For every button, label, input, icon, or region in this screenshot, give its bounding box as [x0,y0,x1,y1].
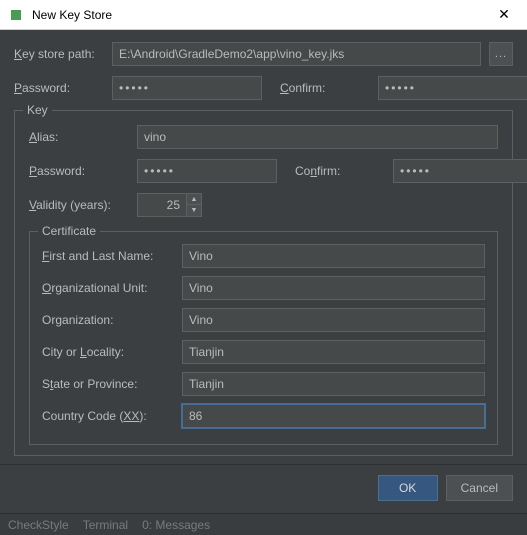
ok-button[interactable]: OK [378,475,438,501]
org-input[interactable] [182,308,485,332]
certificate-legend: Certificate [38,224,100,238]
first-last-label: First and Last Name: [42,249,174,263]
key-password-input[interactable] [137,159,277,183]
keystore-confirm-input[interactable] [378,76,527,100]
ide-statusbar: CheckStyle Terminal 0: Messages [0,513,527,535]
statusbar-messages[interactable]: 0: Messages [142,518,210,532]
city-row: City or Locality: [42,340,485,364]
org-row: Organization: [42,308,485,332]
keystore-path-row: Key store path: ... [14,42,513,66]
keystore-path-input[interactable] [112,42,481,66]
country-row: Country Code (XX): [42,404,485,428]
validity-input[interactable] [137,193,187,217]
first-last-input[interactable] [182,244,485,268]
key-fieldset: Key Alias: Password: Confirm: Validity (… [14,110,513,456]
browse-button[interactable]: ... [489,42,513,66]
validity-row: Validity (years): ▲ ▼ [29,193,498,217]
keystore-path-label: Key store path: [14,47,104,61]
window-titlebar: New Key Store ✕ [0,0,527,30]
dialog-content: Key store path: ... Password: Confirm: K… [0,30,527,464]
first-last-row: First and Last Name: [42,244,485,268]
key-confirm-input[interactable] [393,159,527,183]
certificate-fieldset: Certificate First and Last Name: Organiz… [29,231,498,445]
close-icon[interactable]: ✕ [489,0,519,30]
key-password-label: Password: [29,164,129,178]
keystore-password-label: Password: [14,81,104,95]
validity-label: Validity (years): [29,198,129,212]
alias-row: Alias: [29,125,498,149]
state-input[interactable] [182,372,485,396]
org-unit-input[interactable] [182,276,485,300]
city-label: City or Locality: [42,345,174,359]
keystore-confirm-label: Confirm: [280,81,370,95]
keystore-password-input[interactable] [112,76,262,100]
statusbar-checkstyle[interactable]: CheckStyle [8,518,69,532]
org-label: Organization: [42,313,174,327]
app-icon [8,7,24,23]
keystore-password-row: Password: Confirm: [14,76,513,100]
key-confirm-label: Confirm: [295,164,385,178]
country-label: Country Code (XX): [42,409,174,423]
button-bar: OK Cancel [0,464,527,513]
key-password-row: Password: Confirm: [29,159,498,183]
alias-input[interactable] [137,125,498,149]
city-input[interactable] [182,340,485,364]
org-unit-row: Organizational Unit: [42,276,485,300]
spinner-down-icon[interactable]: ▼ [187,205,201,216]
window-title: New Key Store [32,8,489,22]
validity-spinner[interactable]: ▲ ▼ [137,193,202,217]
country-input[interactable] [182,404,485,428]
state-label: State or Province: [42,377,174,391]
org-unit-label: Organizational Unit: [42,281,174,295]
cancel-button[interactable]: Cancel [446,475,513,501]
spinner-buttons: ▲ ▼ [187,193,202,217]
statusbar-terminal[interactable]: Terminal [83,518,128,532]
alias-label: Alias: [29,130,129,144]
spinner-up-icon[interactable]: ▲ [187,194,201,205]
state-row: State or Province: [42,372,485,396]
key-legend: Key [23,103,52,117]
